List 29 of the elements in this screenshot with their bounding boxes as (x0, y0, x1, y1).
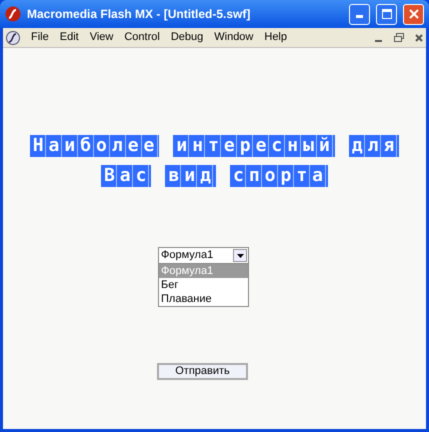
window-title: Macromedia Flash MX - [Untitled-5.swf] (27, 6, 252, 23)
menu-item[interactable]: Debug (170, 29, 204, 46)
menu-item[interactable]: Help (264, 29, 287, 46)
menu-item[interactable]: Window (214, 29, 254, 46)
menu-item[interactable]: Edit (60, 29, 79, 46)
close-icon (408, 9, 418, 19)
app-icon (5, 6, 21, 22)
restore-icon[interactable] (394, 33, 404, 42)
heading-word: вид (165, 165, 216, 187)
heading-word: спорта (230, 165, 328, 187)
menu-item[interactable]: File (31, 29, 49, 46)
menu-item[interactable]: Control (124, 29, 160, 46)
menu-item[interactable]: View (90, 29, 114, 46)
heading-word: для (348, 135, 400, 157)
caret-icon (236, 254, 244, 258)
heading-word: Наиболее (30, 135, 160, 157)
maximize-icon (382, 9, 392, 19)
heading-word: интересный (173, 135, 335, 157)
flash-icon (6, 30, 20, 44)
maximize-button[interactable] (376, 4, 397, 24)
close-icon[interactable] (415, 34, 423, 42)
dropdown[interactable]: Формула1 (158, 247, 249, 264)
minimize-button[interactable] (349, 4, 370, 24)
heading-word: Вас (100, 165, 152, 187)
dropdown-option[interactable]: Бег (159, 278, 248, 292)
close-button[interactable] (403, 4, 424, 24)
dropdown-value: Формула1 (161, 248, 214, 264)
dropdown-option[interactable]: Плавание (159, 292, 248, 306)
submit-button[interactable]: Отправить (157, 363, 248, 380)
